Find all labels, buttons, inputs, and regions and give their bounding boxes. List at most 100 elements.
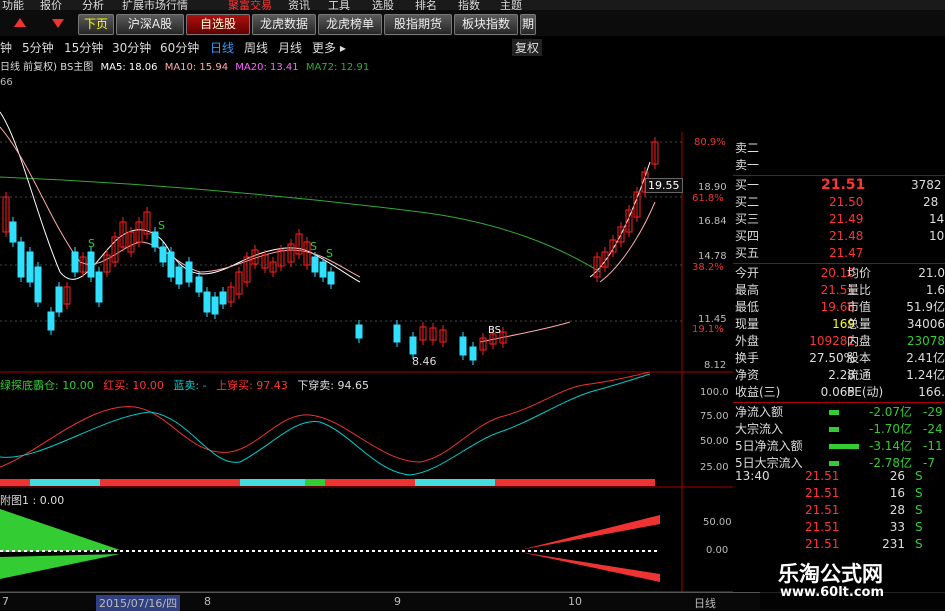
indicator2-legend: 附图1 : 0.00 <box>0 494 65 507</box>
fund-flow-row[interactable]: 5日净流入额 -3.14亿 -11 <box>733 438 945 455</box>
price-axis-label: 16.84 <box>698 216 727 227</box>
date-label: 9 <box>394 595 401 608</box>
tick-list[interactable]: 13:40 21.51 26 S 21.51 16 S 21.51 28 S 21.51 33 S 21.… <box>733 468 945 553</box>
tick-row: 21.51 16 S <box>805 486 923 500</box>
futures-button[interactable]: 期 <box>520 14 536 35</box>
buy-row[interactable]: 买三 21.49 14 <box>733 211 945 228</box>
watermark-title: 乐淘公式网 <box>778 562 883 586</box>
indicator1-blue: 蓝卖: - <box>173 379 207 392</box>
candle-body <box>34 266 42 303</box>
indicator1-color-strip <box>0 479 655 486</box>
candle-body <box>167 251 175 278</box>
price-axis-label: 18.90 <box>698 182 727 193</box>
tick-row: 21.51 28 S <box>805 503 923 517</box>
date-label: 8 <box>204 595 211 608</box>
sector-index-button[interactable]: 板块指数 <box>454 14 518 35</box>
market-button[interactable]: 沪深A股 <box>116 14 184 35</box>
indicator2-axis-label: 50.00 <box>703 517 732 528</box>
stock-chart-canvas[interactable]: S S S S <box>0 72 733 592</box>
candle-body <box>175 266 183 285</box>
candle-body <box>319 261 327 278</box>
dragon-list-button[interactable]: 龙虎榜单 <box>318 14 382 35</box>
bs-annotation: BS <box>488 325 502 336</box>
indicator1-axis-label: 25.00 <box>700 462 729 473</box>
indicator1-legend: 绿探底霸仓: 10.00 红买: 10.00 蓝卖: - 上穿买: 97.43 … <box>0 377 375 393</box>
indicator1-axis-label: 50.00 <box>700 436 729 447</box>
candle-body <box>185 261 193 283</box>
period-daily[interactable]: 日线 <box>210 39 234 56</box>
candle-body <box>9 221 17 243</box>
quote-panel: 卖二 卖一 买一 21.51 3782 买二 21.50 28 买三 21.49 14 买四… <box>733 140 945 472</box>
candle-body <box>26 251 34 283</box>
candle-body <box>17 241 25 278</box>
indicator2-axis-label: 0.00 <box>706 545 729 556</box>
candle-body <box>393 324 401 343</box>
sell-signal-marker: S <box>310 240 317 253</box>
tick-row: 21.51 33 S <box>805 520 923 534</box>
period-bar: 钟 5分钟 15分钟 30分钟 60分钟 日线 周线 月线 更多 ▸ <box>0 36 535 56</box>
candle-body <box>211 296 219 315</box>
sell-signal-marker: S <box>326 247 333 260</box>
toolbar: 下页 沪深A股 自选股 龙虎数据 龙虎榜单 股指期货 板块指数 期 <box>0 10 945 36</box>
fund-flow-row[interactable]: 大宗流入 -1.70亿 -24 <box>733 421 945 438</box>
buy-row[interactable]: 买四 21.48 10 <box>733 228 945 245</box>
candle-body <box>159 246 167 263</box>
next-page-button[interactable]: 下页 <box>78 14 114 35</box>
indicator1-down: 下穿卖: 94.65 <box>297 379 369 392</box>
price-axis-label: 14.78 <box>698 251 727 262</box>
candle-body <box>203 291 211 313</box>
tick-row: 13:40 21.51 26 S <box>735 469 923 483</box>
candle-body <box>327 271 335 285</box>
candle-body <box>459 336 467 356</box>
price-axis-label: 8.12 <box>704 360 727 371</box>
page-up-icon[interactable] <box>14 18 26 27</box>
last-price-tag: 19.55 <box>645 178 683 193</box>
period-more[interactable]: 更多 ▸ <box>312 39 346 56</box>
stat-row: 外盘 109281 内盘 23078 <box>735 334 945 348</box>
stat-row: 最低 19.68 市值 51.9亿 <box>735 300 945 314</box>
sell-signal-marker: S <box>158 219 165 232</box>
period-weekly[interactable]: 周线 <box>244 39 268 56</box>
tick-row: 21.51 231 S <box>805 537 923 551</box>
watchlist-button[interactable]: 自选股 <box>186 14 250 35</box>
main-chart-legend: 日线 前复权) BS主图 MA5: 18.06 MA10: 15.94 MA20… <box>0 58 373 73</box>
indicator1-axis-label: 75.00 <box>700 411 729 422</box>
buy-row[interactable]: 买一 21.51 3782 <box>733 177 945 194</box>
sell-row[interactable]: 卖二 <box>733 140 945 157</box>
dragon-data-button[interactable]: 龙虎数据 <box>252 14 316 35</box>
date-label: 7 <box>2 595 9 608</box>
candle-body <box>469 346 477 361</box>
candle-body <box>311 256 319 273</box>
page-down-icon[interactable] <box>52 19 64 28</box>
period-30min[interactable]: 30分钟 <box>112 39 151 56</box>
low-price-marker: 8.46 <box>412 355 437 368</box>
candle-body <box>95 271 103 303</box>
candle-body <box>355 324 363 339</box>
stat-row: 现量 169 总量 34006 <box>735 317 945 331</box>
candle-body <box>409 336 417 355</box>
candle-body <box>87 251 95 278</box>
indicator2-histogram <box>0 509 660 582</box>
stat-row: 净资 2.28 流通 1.24亿 <box>735 368 945 382</box>
stat-row: 收益(三) 0.065 PE(动) 166. <box>735 385 945 399</box>
restore-rights-button[interactable]: 复权 <box>512 39 543 56</box>
ma10-line <box>0 126 361 278</box>
sell-row[interactable]: 卖一 <box>733 157 945 174</box>
stat-row: 今开 20.10 均价 21.0 <box>735 266 945 280</box>
stat-row: 最高 21.51 量比 1.6 <box>735 283 945 297</box>
period-5min[interactable]: 5分钟 <box>22 39 54 56</box>
buy-row[interactable]: 买五 21.47 <box>733 245 945 262</box>
period-1min[interactable]: 钟 <box>0 39 12 56</box>
candle-body <box>195 276 203 293</box>
period-monthly[interactable]: 月线 <box>278 39 302 56</box>
period-60min[interactable]: 60分钟 <box>160 39 199 56</box>
fund-flow-row[interactable]: 净流入额 -2.07亿 -29 <box>733 404 945 421</box>
candle-body <box>219 291 227 305</box>
buy-row[interactable]: 买二 21.50 28 <box>733 194 945 211</box>
period-15min[interactable]: 15分钟 <box>64 39 103 56</box>
indicator1-name: 绿探底霸仓: 10.00 <box>0 379 94 392</box>
watermark-url: www.60lt.com <box>780 585 885 600</box>
indicator1-red: 红买: 10.00 <box>103 379 164 392</box>
index-futures-button[interactable]: 股指期货 <box>384 14 452 35</box>
candle-body <box>47 311 55 331</box>
